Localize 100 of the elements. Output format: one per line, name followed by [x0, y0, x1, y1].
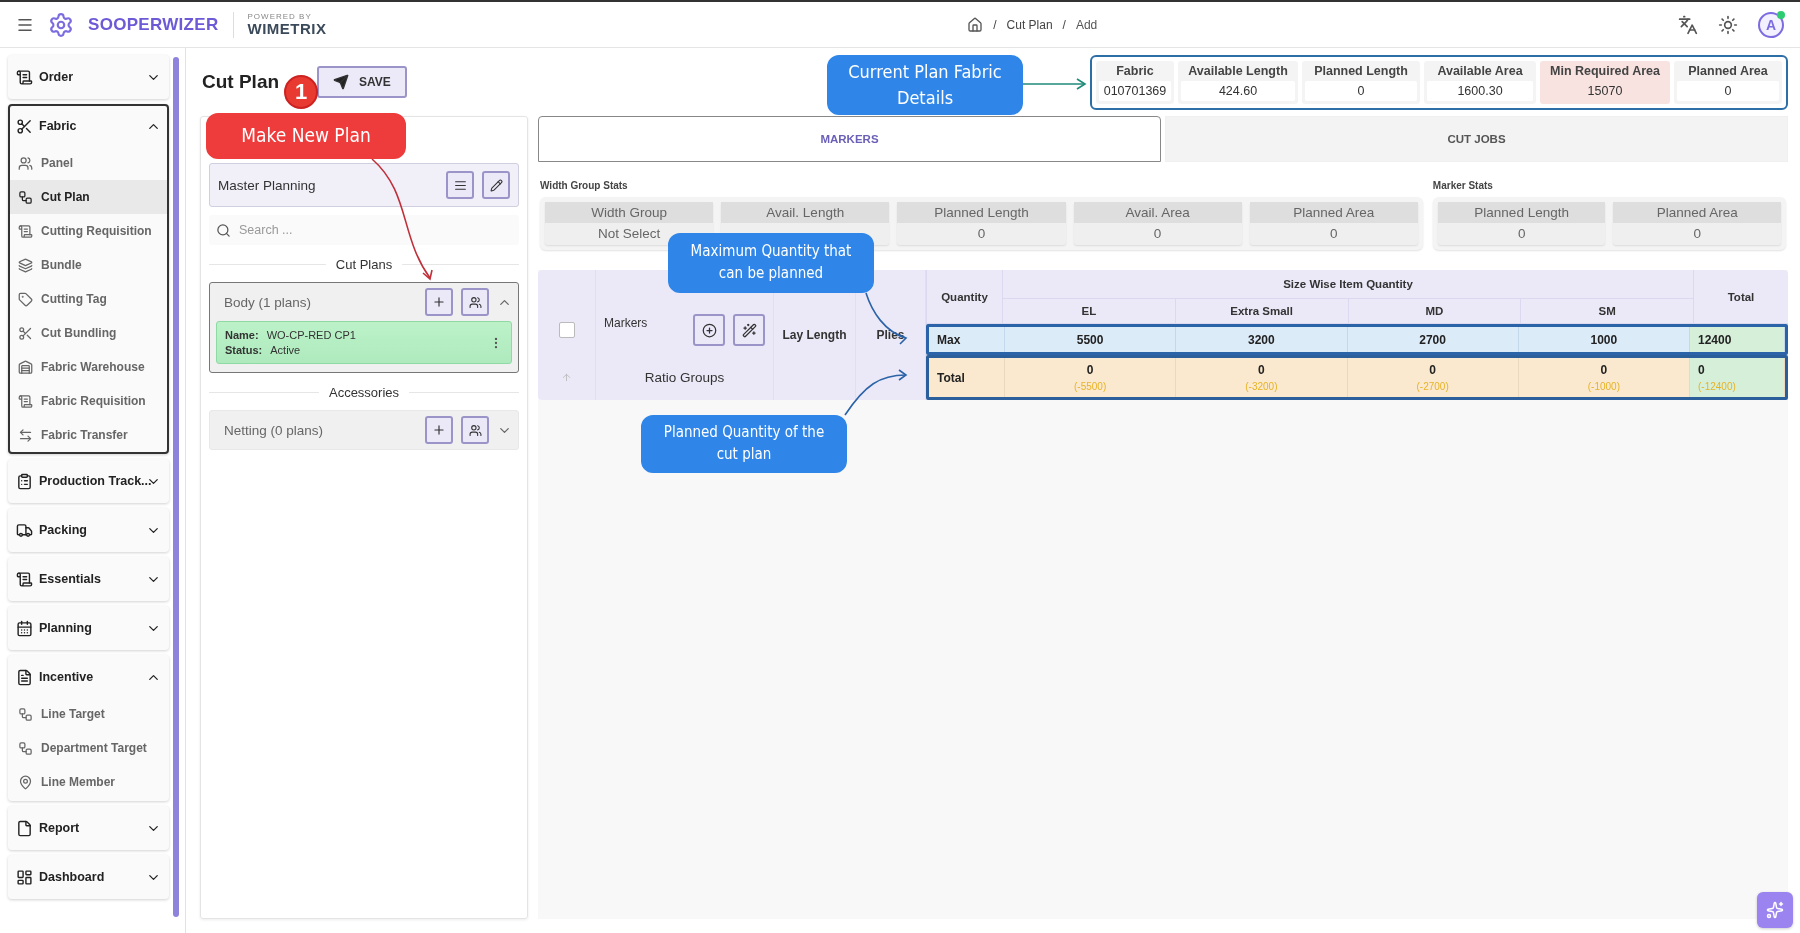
save-button[interactable]: SAVE — [317, 66, 407, 98]
quantity-difference: (-1000) — [1587, 381, 1620, 392]
tab[interactable]: CUT JOBS — [1165, 116, 1788, 162]
sidebar-item[interactable]: Bundle — [10, 248, 167, 282]
people-button[interactable] — [461, 416, 489, 444]
sidebar-group-header[interactable]: Dashboard — [10, 857, 167, 897]
sidebar-item[interactable]: Fabric Warehouse — [10, 350, 167, 384]
sidebar-group-header[interactable]: Production Track... — [10, 461, 167, 501]
theme-button[interactable] — [1718, 14, 1738, 35]
stat-value: 0 — [1329, 225, 1339, 243]
column-header: Lay Length — [782, 328, 847, 342]
sidebar-group-header[interactable]: Incentive — [10, 657, 167, 697]
add-button[interactable] — [425, 288, 453, 316]
stat-label: Planned Area — [1249, 202, 1418, 223]
sidebar-group-header[interactable]: Packing — [10, 510, 167, 550]
row-label: Total — [937, 370, 965, 385]
quantity-difference: (-3200) — [1245, 381, 1278, 392]
callout: Current Plan Fabric Details — [827, 55, 1023, 115]
sidebar-item[interactable]: Fabric Transfer — [10, 418, 167, 452]
row-label: Max — [937, 332, 961, 347]
stat-value: 0 — [1152, 225, 1163, 243]
stats-title: Marker Stats — [1432, 180, 1494, 191]
sidebar-item[interactable]: Fabric Requisition — [10, 384, 167, 418]
quantity-value: 3200 — [1248, 332, 1275, 347]
plan-group-label: Netting (0 plans) — [224, 422, 325, 438]
document-icon — [18, 223, 33, 239]
tab[interactable]: MARKERS — [538, 116, 1161, 162]
warehouse-icon — [18, 359, 33, 375]
stat-value: Not Select — [596, 225, 662, 243]
file-icon — [16, 819, 33, 837]
magic-wand-button[interactable] — [733, 314, 765, 346]
search-field[interactable]: Search ... — [209, 215, 519, 245]
quantity-difference: (-2700) — [1416, 381, 1449, 392]
callout: Planned Quantity of the cut plan — [641, 415, 847, 473]
row-header: Ratio Groups — [644, 369, 725, 385]
lines-button[interactable] — [446, 171, 474, 199]
edit-button[interactable] — [482, 171, 510, 199]
translate-button[interactable] — [1678, 14, 1698, 35]
sidebar-item[interactable]: Department Target — [10, 731, 167, 765]
section-title: Cut Plans — [335, 257, 393, 272]
detail-label: Available Area — [1436, 63, 1524, 78]
leader-arrow — [865, 292, 908, 345]
home-button[interactable] — [967, 16, 984, 33]
sidebar-item[interactable]: Cut Plan — [10, 180, 167, 214]
total-value: 12400 — [1698, 332, 1732, 347]
sidebar-item[interactable]: Cutting Requisition — [10, 214, 167, 248]
magic-wand-icon — [741, 322, 757, 338]
document-icon — [16, 570, 33, 588]
leader-arrow — [844, 369, 908, 416]
scissors-icon — [18, 325, 33, 341]
sidebar-item[interactable]: Cut Bundling — [10, 316, 167, 350]
workflow-icon — [18, 740, 33, 756]
people-button[interactable] — [461, 288, 489, 316]
add-circle-button[interactable] — [693, 314, 725, 346]
column-header: Markers — [604, 315, 649, 330]
detail-value: 0 — [1305, 80, 1417, 101]
document-icon — [16, 68, 33, 86]
quantity-value: 5500 — [1076, 332, 1104, 347]
lines-icon — [453, 178, 467, 192]
layers-icon — [18, 257, 33, 273]
plus-icon — [432, 295, 446, 309]
column-header: Total — [1727, 290, 1755, 303]
plan-status: Status: Active — [225, 344, 302, 356]
stats-title: Width Group Stats — [540, 180, 629, 191]
sidebar-item[interactable]: Line Target — [10, 697, 167, 731]
size-header: Extra Small — [1230, 305, 1293, 317]
user-avatar[interactable]: A — [1758, 11, 1784, 38]
quantity-value: 1000 — [1590, 332, 1618, 347]
sidebar-item[interactable]: Cutting Tag — [10, 282, 167, 316]
sidebar-group-header[interactable]: Fabric — [10, 106, 167, 146]
stat-label: Avail. Area — [1073, 202, 1242, 223]
sidebar-group-header[interactable]: Planning — [10, 608, 167, 648]
plus-circle-icon — [701, 322, 717, 338]
scissors-icon — [16, 117, 33, 135]
gear-logo-icon — [48, 11, 74, 38]
assistant-button[interactable] — [1757, 892, 1793, 928]
sidebar-item[interactable]: Line Member — [10, 765, 167, 799]
breadcrumb-link[interactable]: Cut Plan — [1006, 17, 1053, 32]
add-button[interactable] — [425, 416, 453, 444]
sidebar-group-header[interactable]: Essentials — [10, 559, 167, 599]
scrollbar[interactable] — [173, 57, 179, 917]
step-badge: 1 — [284, 75, 318, 109]
sidebar-group-header[interactable]: Report — [10, 808, 167, 848]
detail-label: Fabric — [1115, 63, 1155, 78]
sidebar-group-header[interactable]: Order — [10, 57, 167, 97]
people-icon — [18, 155, 33, 171]
stat-label: Width Group — [545, 202, 714, 223]
dashboard-icon — [16, 868, 33, 886]
stat-value: 0 — [1516, 225, 1527, 243]
breadcrumb-current: Add — [1075, 17, 1098, 32]
clipboard-icon — [16, 472, 33, 490]
stat-label: Planned Length — [1437, 202, 1606, 223]
column-header: Quantity — [941, 290, 988, 303]
leader-arrow — [1022, 78, 1087, 90]
callout: Maximum Quantity that can be planned — [668, 233, 874, 293]
select-all-checkbox[interactable] — [558, 322, 575, 338]
plan-card[interactable]: Name: WO-CP-RED CP1 Status: Active — [216, 321, 512, 364]
pin-icon — [18, 774, 33, 790]
sidebar-item[interactable]: Panel — [10, 146, 167, 180]
workflow-icon — [18, 189, 33, 205]
